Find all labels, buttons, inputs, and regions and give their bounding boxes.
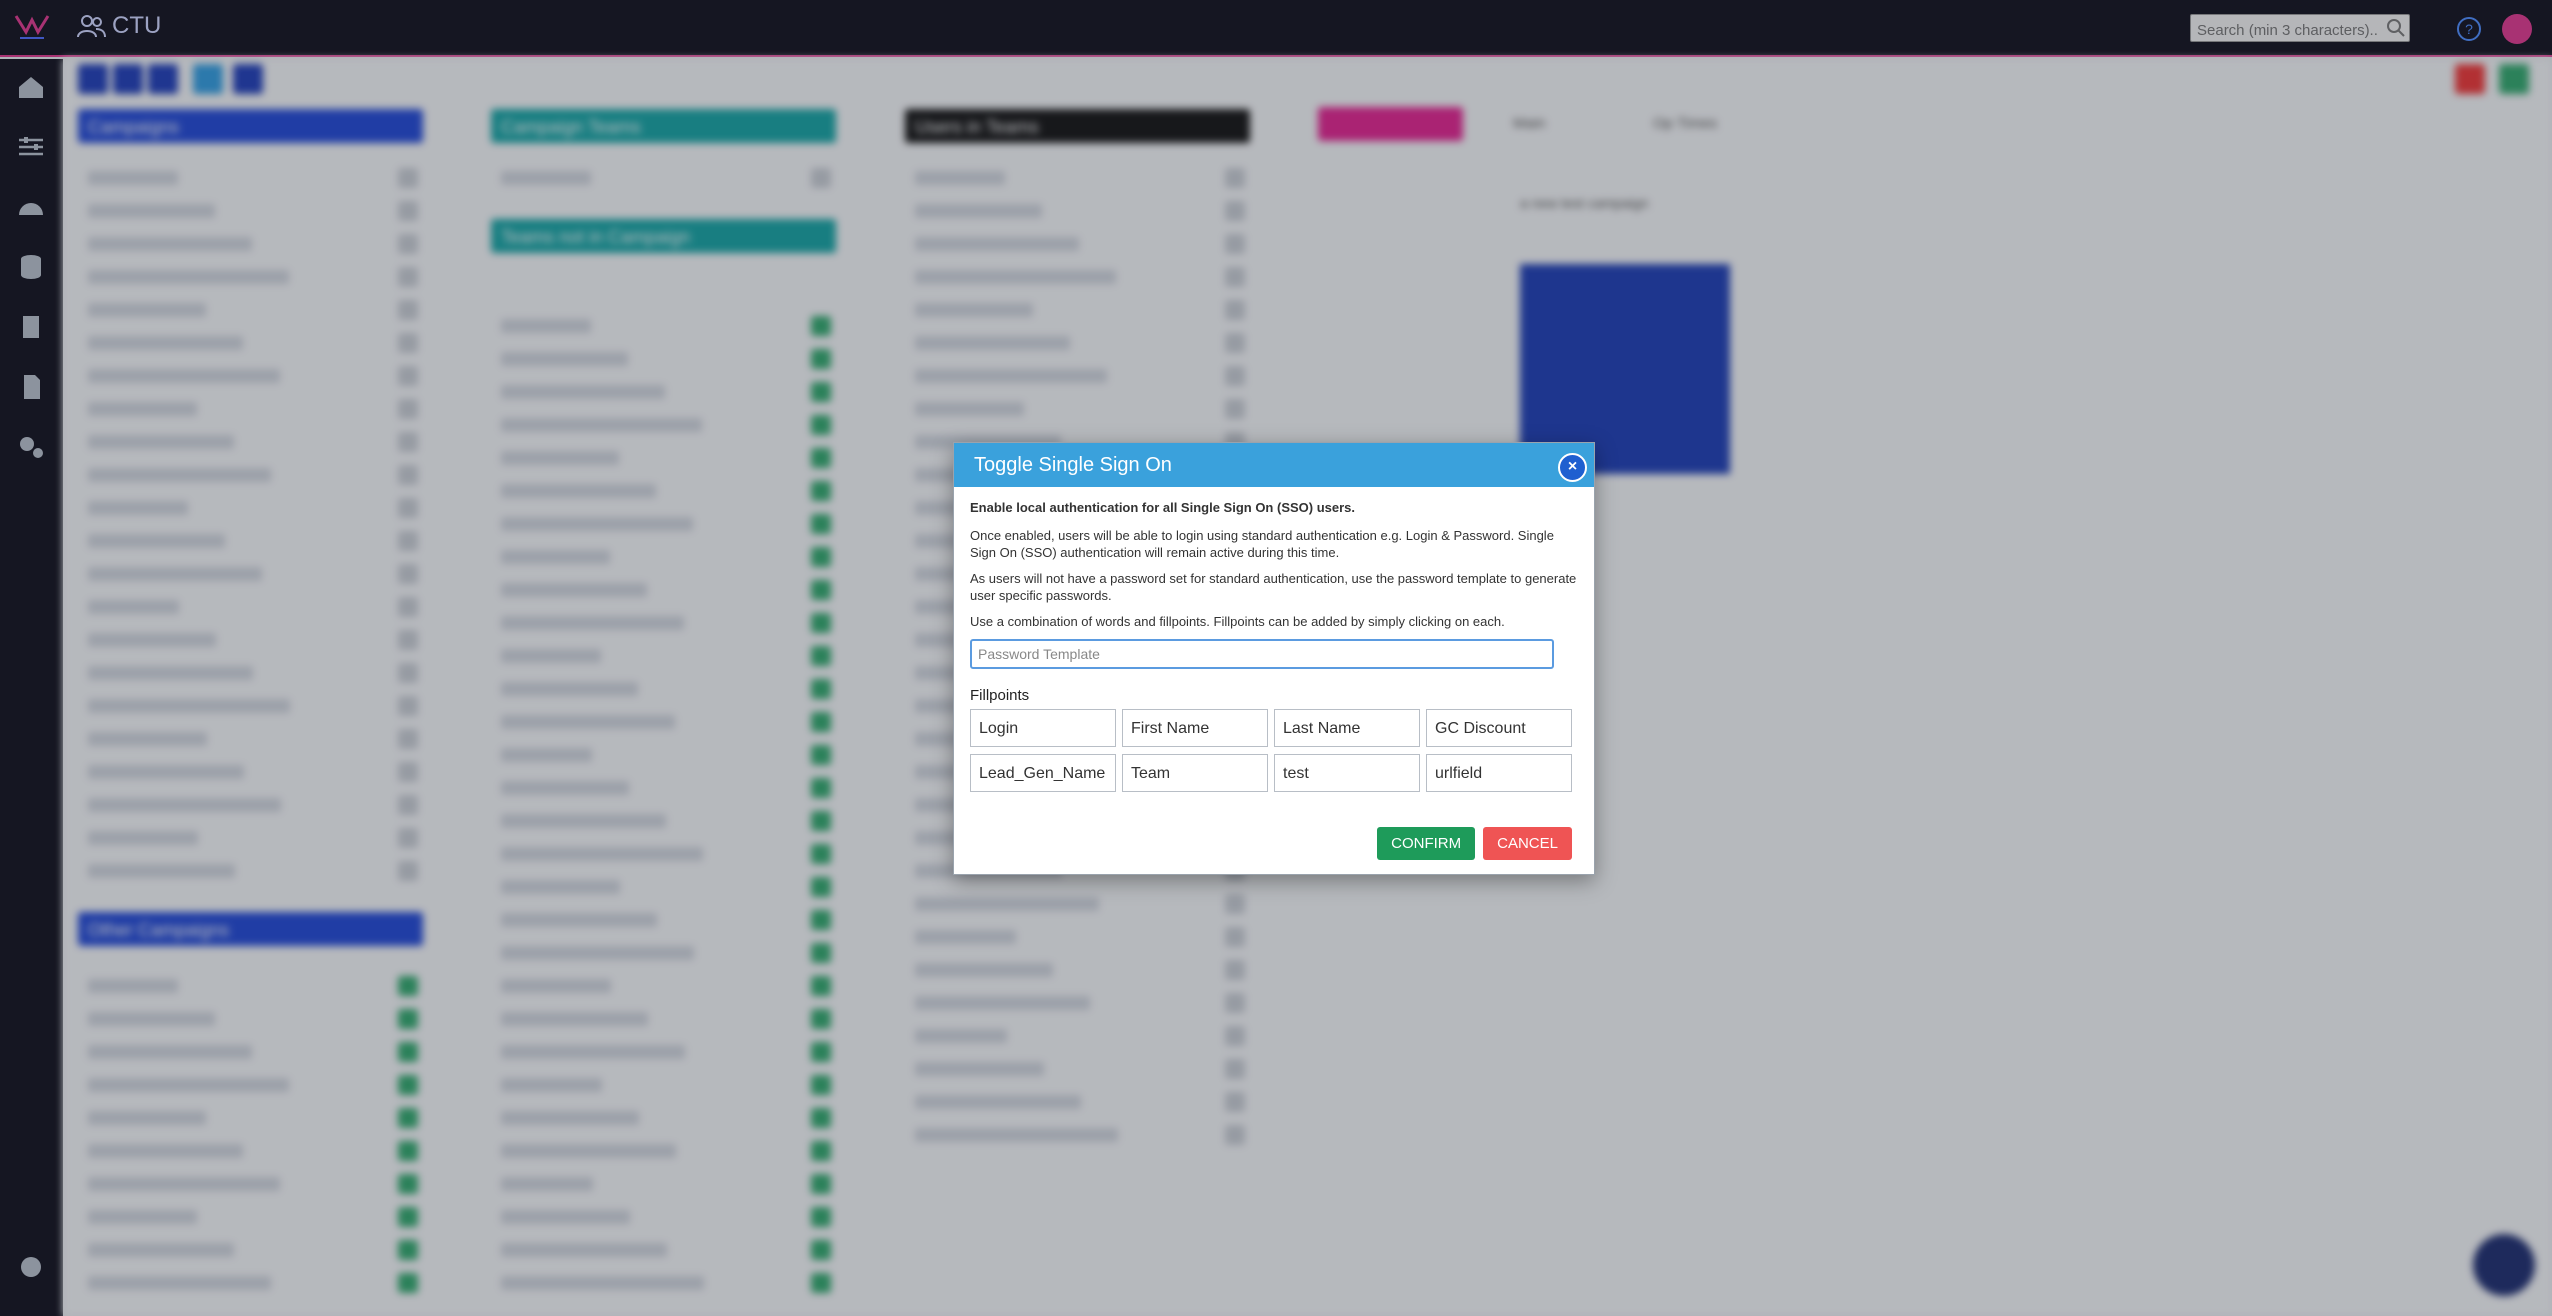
fillpoint-test[interactable]: test bbox=[1274, 754, 1420, 792]
close-icon[interactable]: × bbox=[1558, 453, 1587, 482]
modal-body: Enable local authentication for all Sing… bbox=[954, 487, 1594, 792]
modal-header: Toggle Single Sign On × bbox=[954, 443, 1594, 487]
modal-title: Toggle Single Sign On bbox=[974, 454, 1172, 476]
modal-paragraph: Use a combination of words and fillpoint… bbox=[970, 614, 1505, 629]
fillpoints-grid: Login First Name Last Name GC Discount L… bbox=[970, 709, 1578, 792]
cancel-button[interactable]: CANCEL bbox=[1483, 827, 1572, 860]
password-template-input[interactable] bbox=[970, 639, 1554, 669]
modal-paragraph: Once enabled, users will be able to logi… bbox=[970, 528, 1554, 560]
fillpoint-lead-gen-name[interactable]: Lead_Gen_Name bbox=[970, 754, 1116, 792]
fillpoint-last-name[interactable]: Last Name bbox=[1274, 709, 1420, 747]
fillpoint-team[interactable]: Team bbox=[1122, 754, 1268, 792]
modal-footer: CONFIRM CANCEL bbox=[1377, 827, 1572, 860]
fillpoint-first-name[interactable]: First Name bbox=[1122, 709, 1268, 747]
fillpoint-login[interactable]: Login bbox=[970, 709, 1116, 747]
confirm-button[interactable]: CONFIRM bbox=[1377, 827, 1476, 860]
fillpoints-title: Fillpoints bbox=[970, 687, 1030, 704]
fillpoint-urlfield[interactable]: urlfield bbox=[1426, 754, 1572, 792]
modal-lead-text: Enable local authentication for all Sing… bbox=[970, 500, 1356, 515]
fillpoint-gc-discount[interactable]: GC Discount bbox=[1426, 709, 1572, 747]
toggle-sso-modal: Toggle Single Sign On × Enable local aut… bbox=[953, 442, 1595, 875]
modal-paragraph: As users will not have a password set fo… bbox=[970, 571, 1577, 603]
